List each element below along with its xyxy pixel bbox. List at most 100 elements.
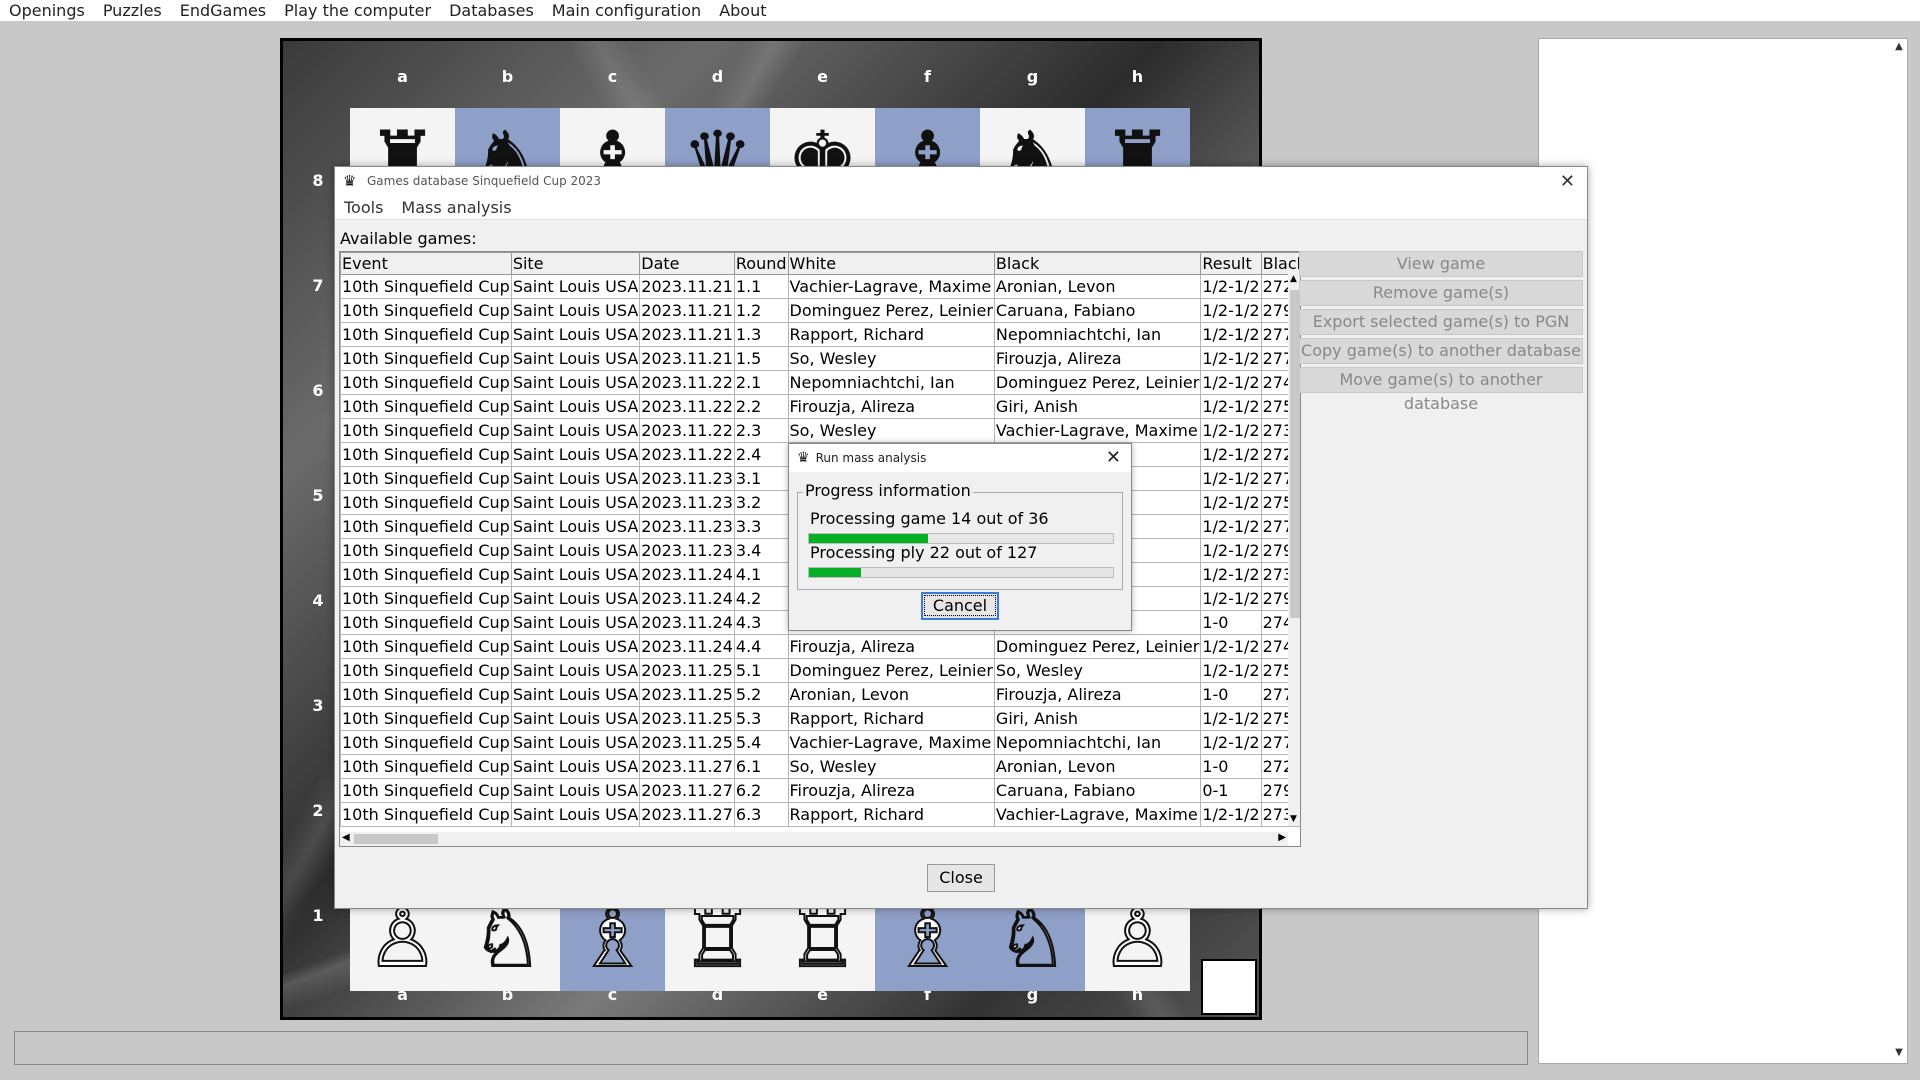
table-cell: Rapport, Richard [787,322,995,347]
scroll-left-icon[interactable]: ◀ [342,832,350,843]
table-cell: Nepomniachtchi, Ian [993,322,1202,347]
column-header-date[interactable]: Date [639,252,735,275]
notation-scrollbar[interactable]: ▲ ▼ [1891,39,1907,1063]
scroll-up-icon[interactable]: ▲ [1891,41,1907,55]
menu-main-configuration[interactable]: Main configuration [543,1,710,21]
menu-openings[interactable]: Openings [0,1,94,21]
scroll-thumb[interactable] [354,834,438,844]
column-header-black[interactable]: Black [993,252,1202,275]
table-row[interactable]: 10th Sinquefield Cup Saint Louis USA 2023.… [340,658,1300,683]
white-piece-icon[interactable]: ♖ [681,897,755,979]
table-cell: 4.2 [733,586,789,611]
table-cell: 2.4 [733,442,789,467]
menu-endgames[interactable]: EndGames [171,1,275,21]
progress-dialog-title: Run mass analysis [815,451,927,465]
white-piece-icon[interactable]: ♘ [996,897,1070,979]
table-cell: 1/2-1/2 [1200,490,1262,515]
table-row[interactable]: 10th Sinquefield Cup Saint Louis USA 2023.… [340,682,1300,707]
table-cell: 2.3 [733,418,789,443]
table-row[interactable]: 10th Sinquefield Cup Saint Louis USA 2023.… [340,802,1300,827]
menu-play-the-computer[interactable]: Play the computer [275,1,440,21]
view-game-button[interactable]: View game [1299,251,1583,277]
white-piece-icon[interactable]: ♘ [471,897,545,979]
ply-progress-text: Processing ply 22 out of 127 [810,543,1038,562]
table-cell: 2023.11.27 [639,754,735,779]
ply-progress-fill [809,568,861,577]
queen-app-icon: ♛ [797,450,810,466]
table-cell: 10th Sinquefield Cup [340,418,512,443]
column-header-round[interactable]: Round [733,252,789,275]
move-games-button[interactable]: Move game(s) to another database [1299,367,1583,413]
table-cell: 2023.11.27 [639,778,735,803]
column-header-site[interactable]: Site [510,252,641,275]
white-piece-icon[interactable]: ♖ [786,897,860,979]
table-row[interactable]: 10th Sinquefield Cup Saint Louis USA 2023.… [340,322,1300,347]
white-piece-icon[interactable]: ♗ [891,897,965,979]
table-cell: 0-1 [1200,778,1262,803]
rank-label: 7 [312,275,324,295]
table-cell: 2023.11.23 [639,466,735,491]
table-row[interactable]: 10th Sinquefield Cup Saint Louis USA 2023.… [340,730,1300,755]
table-row[interactable]: 10th Sinquefield Cup Saint Louis USA 2023.… [340,298,1300,323]
table-cell: 10th Sinquefield Cup [340,538,512,563]
table-cell: Saint Louis USA [510,610,641,635]
column-header-event[interactable]: Event [340,252,512,275]
scroll-right-icon[interactable]: ▶ [1278,832,1286,843]
export-pgn-button[interactable]: Export selected game(s) to PGN file [1299,309,1583,355]
table-cell: 10th Sinquefield Cup [340,754,512,779]
table-row[interactable]: 10th Sinquefield Cup Saint Louis USA 2023.… [340,370,1300,395]
table-row[interactable]: 10th Sinquefield Cup Saint Louis USA 2023.… [340,274,1300,299]
close-icon[interactable]: ✕ [1560,171,1575,192]
table-row[interactable]: 10th Sinquefield Cup Saint Louis USA 2023.… [340,346,1300,371]
file-label: h [1131,67,1144,86]
table-cell: Saint Louis USA [510,754,641,779]
table-cell: 1.2 [733,298,789,323]
table-row[interactable]: 10th Sinquefield Cup Saint Louis USA 2023.… [340,418,1300,443]
remove-games-button[interactable]: Remove game(s) [1299,280,1583,306]
table-cell: 10th Sinquefield Cup [340,586,512,611]
table-cell: 5.4 [733,730,789,755]
menu-mass-analysis[interactable]: Mass analysis [392,198,520,217]
menu-tools[interactable]: Tools [335,198,392,217]
table-cell: Nepomniachtchi, Ian [993,730,1202,755]
table-row[interactable]: 10th Sinquefield Cup Saint Louis USA 2023.… [340,394,1300,419]
menu-about[interactable]: About [710,1,775,21]
column-header-white[interactable]: White [787,252,995,275]
table-cell: 2023.11.27 [639,802,735,827]
scroll-down-icon[interactable]: ▼ [1290,814,1297,824]
menu-puzzles[interactable]: Puzzles [94,1,171,21]
scroll-up-icon[interactable]: ▲ [1290,274,1297,284]
table-cell: 1/2-1/2 [1200,514,1262,539]
column-header-result[interactable]: Result [1200,252,1262,275]
table-cell: Firouzja, Alireza [993,346,1202,371]
table-cell: 1/2-1/2 [1200,298,1262,323]
copy-games-button[interactable]: Copy game(s) to another database [1299,338,1583,364]
table-row[interactable]: 10th Sinquefield Cup Saint Louis USA 2023.… [340,778,1300,803]
table-cell: 2.2 [733,394,789,419]
table-horizontal-scrollbar[interactable]: ◀ ▶ [340,832,1288,846]
table-cell: 2023.11.24 [639,634,735,659]
rank-label: 4 [312,590,324,610]
scroll-down-icon[interactable]: ▼ [1891,1047,1907,1061]
table-cell: Dominguez Perez, Leinier [993,634,1202,659]
file-label: e [817,67,828,86]
close-button[interactable]: Close [927,864,995,892]
file-label: g [1026,67,1039,86]
close-icon[interactable]: ✕ [1106,447,1121,468]
white-piece-icon[interactable]: ♗ [576,897,650,979]
table-row[interactable]: 10th Sinquefield Cup Saint Louis USA 2023.… [340,634,1300,659]
table-cell: Firouzja, Alireza [787,394,995,419]
table-cell: 1/2-1/2 [1200,562,1262,587]
notation-panel[interactable]: ▲ ▼ [1538,38,1908,1064]
white-piece-icon[interactable]: ♙ [366,897,440,979]
white-piece-icon[interactable]: ♙ [1101,897,1175,979]
cancel-button[interactable]: Cancel [921,592,999,620]
table-cell: 1-0 [1200,610,1262,635]
table-row[interactable]: 10th Sinquefield Cup Saint Louis USA 2023.… [340,754,1300,779]
table-cell: Saint Louis USA [510,274,641,299]
table-row[interactable]: 10th Sinquefield Cup Saint Louis USA 2023.… [340,706,1300,731]
table-cell: 2023.11.25 [639,706,735,731]
table-cell: Firouzja, Alireza [993,682,1202,707]
menu-databases[interactable]: Databases [440,1,543,21]
table-cell: 1/2-1/2 [1200,442,1262,467]
